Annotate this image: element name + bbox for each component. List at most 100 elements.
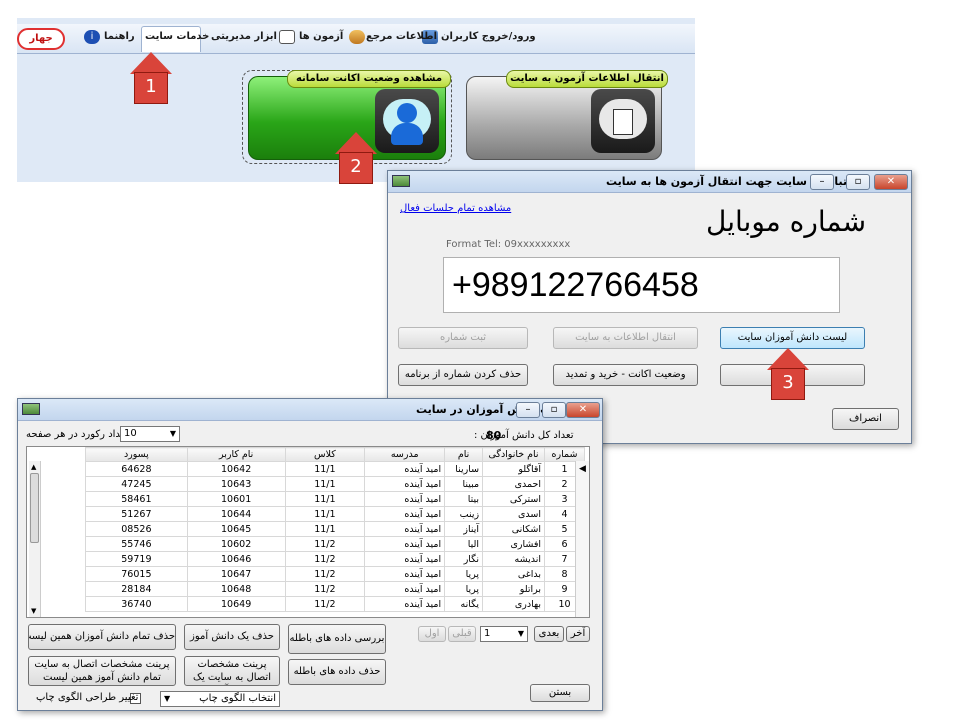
delete-one-student-button[interactable]: حذف یک دانش آموز bbox=[184, 624, 280, 650]
menu-help[interactable]: راهنما bbox=[104, 31, 135, 42]
vertical-scrollbar[interactable]: ▲ ▼ bbox=[29, 461, 41, 617]
col-password: پسورد bbox=[85, 447, 188, 462]
table-header: شماره نام خانوادگی نام مدرسه کلاس نام کا… bbox=[85, 447, 585, 462]
cell-school: امید آینده bbox=[364, 461, 446, 477]
cell-school: امید آینده bbox=[364, 566, 446, 582]
cell-lastname: اندیشه bbox=[482, 551, 546, 567]
cell-class: 11/1 bbox=[284, 476, 366, 492]
help-icon: i bbox=[84, 30, 100, 44]
transfer-to-site-button[interactable]: انتقال اطلاعات به سایت bbox=[553, 327, 698, 349]
cell-lastname: افشاری bbox=[482, 536, 546, 552]
cell-lastname: استرکی bbox=[482, 491, 546, 507]
cloud-document-icon bbox=[591, 89, 655, 153]
table-row[interactable]: 3 استرکی بیتا امید آینده 11/1 10601 58461 bbox=[85, 491, 585, 507]
menu-admin-tools[interactable]: ابزار مدیریتی bbox=[211, 31, 277, 42]
menu-reference-info[interactable]: اطلاعات مرجع bbox=[366, 31, 437, 42]
phone-input[interactable]: +989122766458 bbox=[443, 257, 840, 313]
cell-username: 10647 bbox=[186, 566, 286, 582]
cell-school: امید آینده bbox=[364, 506, 446, 522]
first-page-button[interactable]: اول bbox=[418, 626, 446, 642]
change-design-label: تغییر طراحی الگوی چاپ bbox=[36, 692, 139, 703]
cell-username: 10646 bbox=[186, 551, 286, 567]
cell-username: 10602 bbox=[186, 536, 286, 552]
cell-password: 28184 bbox=[85, 581, 188, 597]
table-row[interactable]: 10 بهادری یگانه امید آینده 11/2 10649 36740 bbox=[85, 596, 585, 612]
cell-lastname: آقاگلو bbox=[482, 461, 546, 477]
callout-2: 2 bbox=[335, 132, 377, 184]
cell-class: 11/2 bbox=[284, 566, 366, 582]
cell-username: 10649 bbox=[186, 596, 286, 612]
reference-icon bbox=[349, 30, 365, 44]
table-row[interactable]: 2 احمدی مبینا امید آینده 11/1 10643 47245 bbox=[85, 476, 585, 492]
print-one-student-button[interactable]: پرینت مشخصات اتصال به سایت یک دانش آموز bbox=[184, 656, 280, 686]
table-row[interactable]: 8 بداغی پریا امید آینده 11/2 10647 76015 bbox=[85, 566, 585, 582]
print-pattern-select[interactable]: انتخاب الگوی چاپ ▼ bbox=[160, 691, 280, 707]
app-icon bbox=[22, 403, 40, 415]
format-hint: Format Tel: 09xxxxxxxxx bbox=[446, 239, 571, 250]
table-row[interactable]: 5 اشکانی آیناز امید آینده 11/1 10645 08526 bbox=[85, 521, 585, 537]
register-number-button[interactable]: ثبت شماره bbox=[398, 327, 528, 349]
students-table: شماره نام خانوادگی نام مدرسه کلاس نام کا… bbox=[85, 447, 585, 612]
cell-password: 08526 bbox=[85, 521, 188, 537]
last-page-button[interactable]: آخر bbox=[566, 626, 590, 642]
cell-school: امید آینده bbox=[364, 536, 446, 552]
next-page-button[interactable]: بعدی bbox=[534, 626, 564, 642]
cell-class: 11/1 bbox=[284, 521, 366, 537]
cell-class: 11/1 bbox=[284, 461, 366, 477]
delete-all-students-button[interactable]: حذف تمام دانش آموزان همین لیست bbox=[28, 624, 176, 650]
account-status-panel-title: مشاهده وضعیت اکانت سامانه bbox=[287, 70, 451, 88]
table-row[interactable]: 9 براتلو پریا امید آینده 11/2 10648 28184 bbox=[85, 581, 585, 597]
cell-class: 11/2 bbox=[284, 596, 366, 612]
maximize-button[interactable]: ▫ bbox=[542, 402, 566, 418]
cell-firstname: الیا bbox=[444, 536, 484, 552]
minimize-button[interactable]: – bbox=[516, 402, 540, 418]
cell-school: امید آینده bbox=[364, 581, 446, 597]
table-row[interactable]: 4 اسدی زینب امید آینده 11/1 10644 51267 bbox=[85, 506, 585, 522]
delete-number-button[interactable]: حذف کردن شماره از برنامه bbox=[398, 364, 528, 386]
cell-class: 11/2 bbox=[284, 581, 366, 597]
transfer-exam-panel-title: انتقال اطلاعات آزمون به سایت bbox=[506, 70, 668, 88]
menu-exams[interactable]: آزمون ها bbox=[299, 31, 343, 42]
close-button[interactable]: ✕ bbox=[566, 402, 600, 418]
cell-firstname: آیناز bbox=[444, 521, 484, 537]
cell-password: 36740 bbox=[85, 596, 188, 612]
close-button[interactable]: ✕ bbox=[874, 174, 908, 190]
delete-null-data-button[interactable]: حذف داده های باطله bbox=[288, 659, 386, 685]
cell-school: امید آینده bbox=[364, 476, 446, 492]
print-all-students-button[interactable]: پرینت مشخصات اتصال به سایت تمام دانش آمو… bbox=[28, 656, 176, 686]
prev-page-button[interactable]: قبلی bbox=[448, 626, 476, 642]
cell-firstname: نگار bbox=[444, 551, 484, 567]
per-page-select[interactable]: 10 ▼ bbox=[120, 426, 180, 442]
mobile-number-heading: شماره موبایل bbox=[706, 205, 867, 238]
page-select[interactable]: 1 ▼ bbox=[480, 626, 528, 642]
cell-password: 76015 bbox=[85, 566, 188, 582]
table-row[interactable]: 6 افشاری الیا امید آینده 11/2 10602 55746 bbox=[85, 536, 585, 552]
site-students-list-button[interactable]: لیست دانش آموزان سایت bbox=[720, 327, 865, 349]
dialog1-titlebar: ارتباط با سایت جهت انتقال آزمون ها به سا… bbox=[388, 171, 911, 193]
minimize-button[interactable]: – bbox=[810, 174, 834, 190]
table-row[interactable]: 7 اندیشه نگار امید آینده 11/2 10646 59719 bbox=[85, 551, 585, 567]
cell-school: امید آینده bbox=[364, 551, 446, 567]
cell-class: 11/1 bbox=[284, 506, 366, 522]
cell-lastname: براتلو bbox=[482, 581, 546, 597]
per-page-label: تعداد رکورد در هر صفحه bbox=[26, 429, 129, 440]
cell-class: 11/1 bbox=[284, 491, 366, 507]
view-active-sessions-link[interactable]: مشاهده تمام جلسات فعال bbox=[400, 203, 511, 214]
cloud-user-icon bbox=[375, 89, 439, 153]
transfer-exam-panel[interactable] bbox=[466, 76, 662, 160]
maximize-button[interactable]: ▫ bbox=[846, 174, 870, 190]
cell-password: 64628 bbox=[85, 461, 188, 477]
cancel-button[interactable]: انصراف bbox=[832, 408, 899, 430]
col-class: کلاس bbox=[284, 447, 366, 462]
col-username: نام کاربر bbox=[186, 447, 286, 462]
review-null-data-button[interactable]: بررسی داده های باطله bbox=[288, 624, 386, 654]
cell-class: 11/2 bbox=[284, 536, 366, 552]
menu-site-services[interactable]: خدمات سایت bbox=[145, 31, 209, 42]
cell-lastname: احمدی bbox=[482, 476, 546, 492]
close-list-button[interactable]: بستن bbox=[530, 684, 590, 702]
cell-username: 10643 bbox=[186, 476, 286, 492]
red-toolbar-button[interactable]: جهار گزین bbox=[17, 28, 65, 50]
menu-login-logout[interactable]: ورود/خروج کاربران bbox=[441, 31, 536, 42]
account-status-button[interactable]: وضعیت اکانت - خرید و تمدید bbox=[553, 364, 698, 386]
table-row[interactable]: 1 آقاگلو سارینا امید آینده 11/1 10642 64628 bbox=[85, 461, 585, 477]
